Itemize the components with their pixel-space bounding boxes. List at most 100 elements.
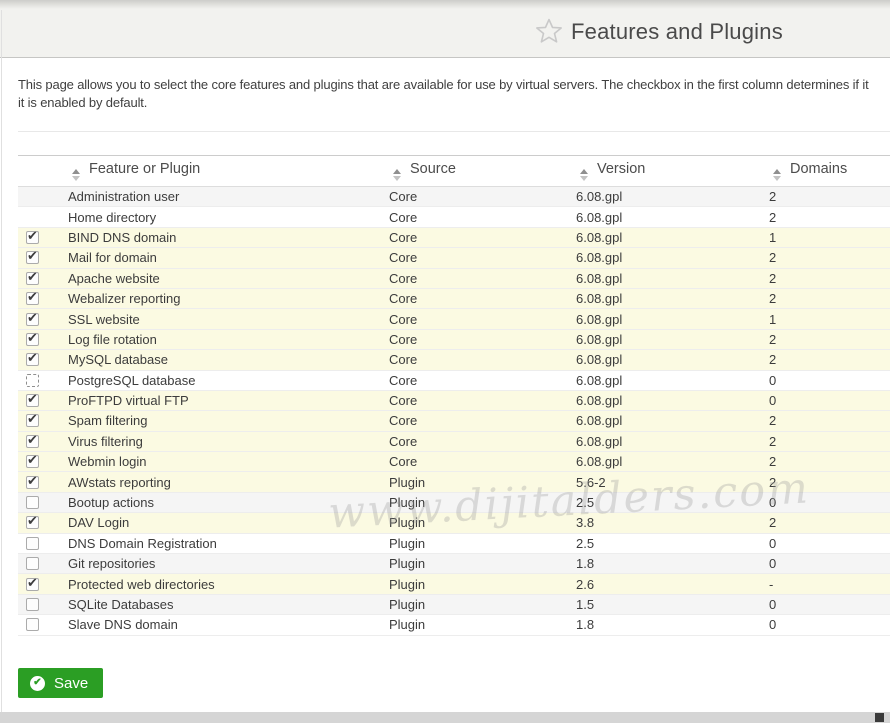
checkbox-cell bbox=[18, 390, 68, 410]
version-cell: 6.08.gpl bbox=[576, 411, 769, 431]
table-row: Administration userCore6.08.gpl2 bbox=[18, 187, 890, 207]
table-row: Slave DNS domainPlugin1.80 bbox=[18, 615, 890, 635]
domains-cell: 0 bbox=[769, 533, 890, 553]
domains-cell: 2 bbox=[769, 187, 890, 207]
checkbox-cell bbox=[18, 350, 68, 370]
table-row: SSL websiteCore6.08.gpl1 bbox=[18, 309, 890, 329]
source-cell: Core bbox=[389, 452, 576, 472]
version-cell: 3.8 bbox=[576, 513, 769, 533]
footer-strip bbox=[0, 712, 890, 723]
feature-cell: BIND DNS domain bbox=[68, 227, 389, 247]
column-header-source[interactable]: Source bbox=[389, 156, 576, 187]
feature-checkbox[interactable] bbox=[26, 313, 39, 326]
feature-cell: DAV Login bbox=[68, 513, 389, 533]
feature-checkbox[interactable] bbox=[26, 537, 39, 550]
sort-arrows-icon[interactable] bbox=[72, 169, 80, 181]
sort-arrows-icon[interactable] bbox=[393, 169, 401, 181]
feature-checkbox[interactable] bbox=[26, 394, 39, 407]
column-header-version[interactable]: Version bbox=[576, 156, 769, 187]
checkbox-cell bbox=[18, 554, 68, 574]
checkbox-cell bbox=[18, 452, 68, 472]
domains-cell: 2 bbox=[769, 472, 890, 492]
feature-checkbox[interactable] bbox=[26, 618, 39, 631]
checkbox-cell bbox=[18, 615, 68, 635]
source-cell: Core bbox=[389, 411, 576, 431]
feature-checkbox[interactable] bbox=[26, 231, 39, 244]
feature-cell: DNS Domain Registration bbox=[68, 533, 389, 553]
checkbox-cell bbox=[18, 472, 68, 492]
table-row: ProFTPD virtual FTPCore6.08.gpl0 bbox=[18, 390, 890, 410]
sort-arrows-icon[interactable] bbox=[773, 169, 781, 181]
version-cell: 5.6-2 bbox=[576, 472, 769, 492]
feature-checkbox[interactable] bbox=[26, 496, 39, 509]
table-row: Spam filteringCore6.08.gpl2 bbox=[18, 411, 890, 431]
checkbox-cell bbox=[18, 309, 68, 329]
page-title: Features and Plugins bbox=[571, 19, 783, 45]
table-row: MySQL databaseCore6.08.gpl2 bbox=[18, 350, 890, 370]
source-cell: Core bbox=[389, 207, 576, 227]
feature-cell: Slave DNS domain bbox=[68, 615, 389, 635]
left-edge-divider bbox=[1, 10, 2, 722]
feature-checkbox[interactable] bbox=[26, 598, 39, 611]
source-cell: Core bbox=[389, 329, 576, 349]
table-row: Virus filteringCore6.08.gpl2 bbox=[18, 431, 890, 451]
feature-cell: SSL website bbox=[68, 309, 389, 329]
feature-checkbox[interactable] bbox=[26, 578, 39, 591]
column-label: Feature or Plugin bbox=[89, 161, 200, 177]
version-cell: 6.08.gpl bbox=[576, 390, 769, 410]
domains-cell: 2 bbox=[769, 268, 890, 288]
feature-checkbox[interactable] bbox=[26, 557, 39, 570]
feature-checkbox[interactable] bbox=[26, 251, 39, 264]
feature-cell: Bootup actions bbox=[68, 492, 389, 512]
sort-arrows-icon[interactable] bbox=[580, 169, 588, 181]
version-cell: 1.8 bbox=[576, 554, 769, 574]
column-header-feature[interactable]: Feature or Plugin bbox=[68, 156, 389, 187]
feature-checkbox[interactable] bbox=[26, 353, 39, 366]
feature-cell: MySQL database bbox=[68, 350, 389, 370]
description-line-1: This page allows you to select the core … bbox=[18, 76, 890, 94]
checkbox-cell bbox=[18, 574, 68, 594]
feature-checkbox[interactable] bbox=[26, 455, 39, 468]
column-header-domains[interactable]: Domains bbox=[769, 156, 890, 187]
checkbox-cell bbox=[18, 370, 68, 390]
feature-cell: Administration user bbox=[68, 187, 389, 207]
source-cell: Core bbox=[389, 309, 576, 329]
version-cell: 6.08.gpl bbox=[576, 268, 769, 288]
domains-cell: 1 bbox=[769, 227, 890, 247]
feature-checkbox[interactable] bbox=[26, 272, 39, 285]
source-cell: Core bbox=[389, 227, 576, 247]
domains-cell: 2 bbox=[769, 513, 890, 533]
feature-checkbox[interactable] bbox=[26, 414, 39, 427]
version-cell: 6.08.gpl bbox=[576, 288, 769, 308]
domains-cell: 2 bbox=[769, 350, 890, 370]
feature-cell: Git repositories bbox=[68, 554, 389, 574]
feature-checkbox[interactable] bbox=[26, 516, 39, 529]
source-cell: Core bbox=[389, 390, 576, 410]
table-row: Apache websiteCore6.08.gpl2 bbox=[18, 268, 890, 288]
checkbox-cell bbox=[18, 329, 68, 349]
feature-checkbox[interactable] bbox=[26, 333, 39, 346]
source-cell: Plugin bbox=[389, 533, 576, 553]
checkbox-cell bbox=[18, 431, 68, 451]
checkbox-cell bbox=[18, 207, 68, 227]
column-label: Domains bbox=[790, 161, 847, 177]
save-button[interactable]: Save bbox=[18, 668, 103, 698]
source-cell: Plugin bbox=[389, 513, 576, 533]
save-button-label: Save bbox=[54, 675, 88, 692]
table-row: AWstats reportingPlugin5.6-22 bbox=[18, 472, 890, 492]
version-cell: 6.08.gpl bbox=[576, 350, 769, 370]
source-cell: Plugin bbox=[389, 472, 576, 492]
feature-cell: SQLite Databases bbox=[68, 594, 389, 614]
feature-checkbox[interactable] bbox=[26, 435, 39, 448]
feature-checkbox[interactable] bbox=[26, 374, 39, 387]
checkbox-cell bbox=[18, 513, 68, 533]
feature-cell: Mail for domain bbox=[68, 248, 389, 268]
feature-checkbox[interactable] bbox=[26, 476, 39, 489]
star-icon bbox=[535, 17, 563, 45]
feature-checkbox[interactable] bbox=[26, 292, 39, 305]
domains-cell: 1 bbox=[769, 309, 890, 329]
feature-cell: PostgreSQL database bbox=[68, 370, 389, 390]
version-cell: 2.5 bbox=[576, 533, 769, 553]
domains-cell: 0 bbox=[769, 492, 890, 512]
checkbox-cell bbox=[18, 187, 68, 207]
